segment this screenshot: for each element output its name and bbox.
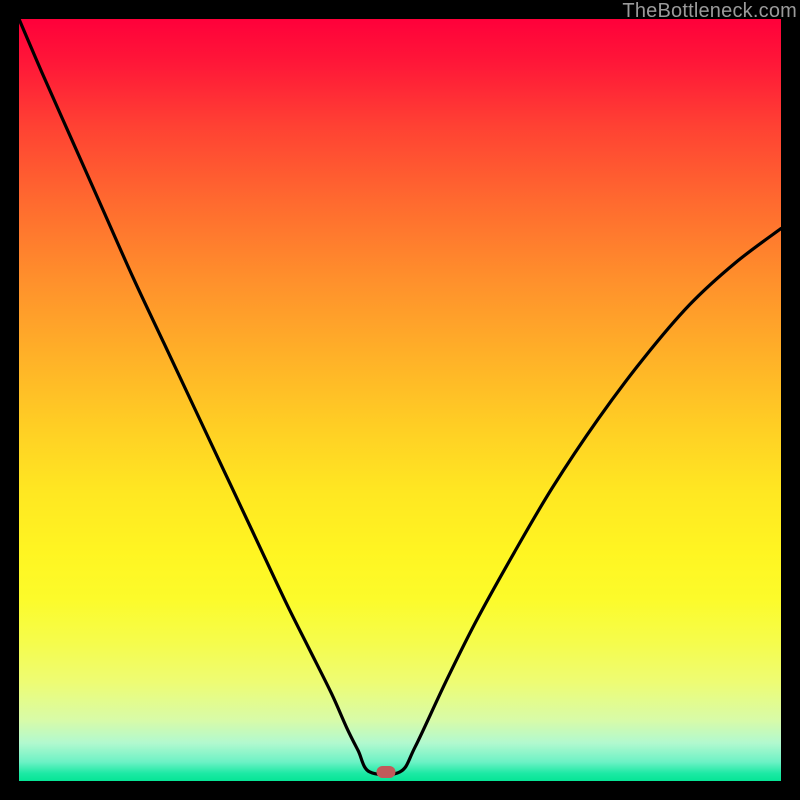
bottleneck-curve xyxy=(19,19,781,781)
chart-stage: TheBottleneck.com xyxy=(0,0,800,800)
bottleneck-marker xyxy=(376,766,395,778)
plot-area xyxy=(19,19,781,781)
